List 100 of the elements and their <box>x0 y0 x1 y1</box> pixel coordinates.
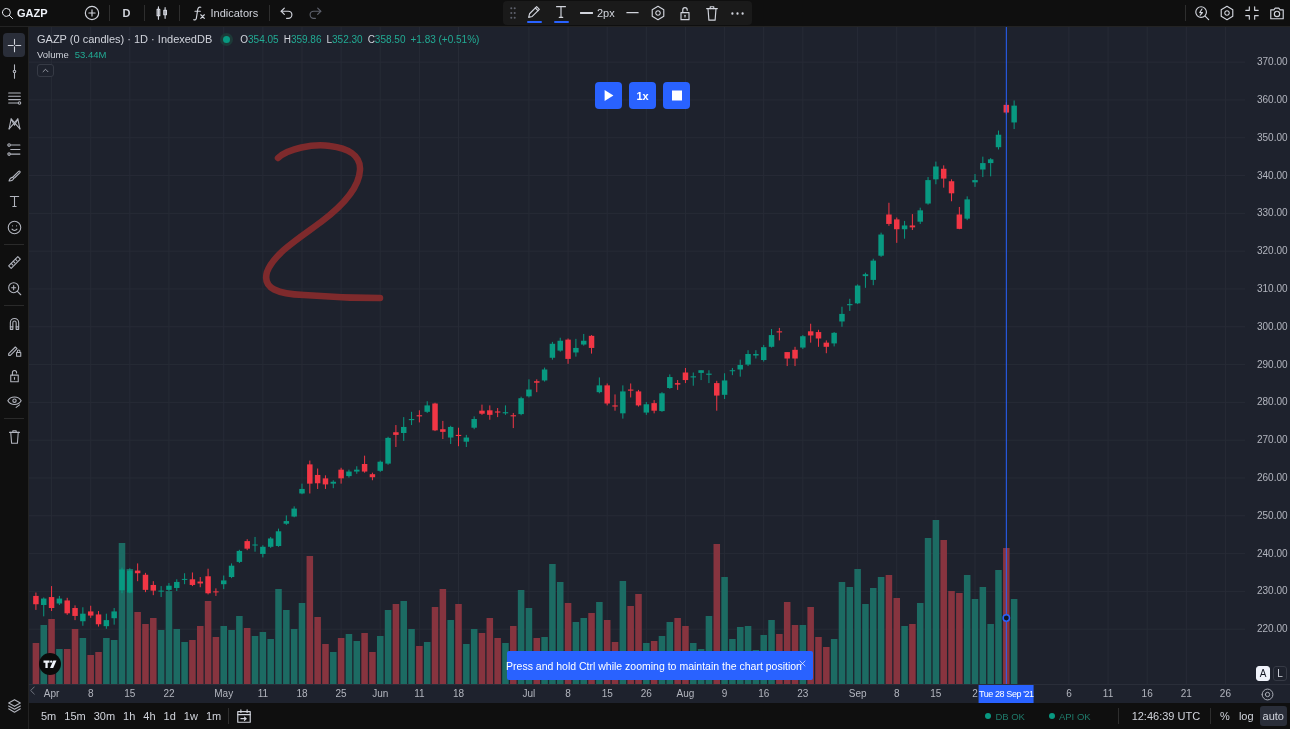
speed-button[interactable]: 1x <box>629 82 656 109</box>
candle <box>792 346 798 367</box>
play-icon <box>603 90 614 101</box>
price-axis-label: 280.00 <box>1257 395 1288 410</box>
volume-label: Volume <box>37 48 69 60</box>
time-axis-label: 21 <box>1180 687 1192 701</box>
time-axis-label: 8 <box>893 687 900 701</box>
indicators-button[interactable]: Indicators <box>182 0 267 26</box>
add-icon <box>83 5 100 21</box>
time-axis-label: Sep <box>848 687 867 701</box>
crosshair-icon <box>6 37 22 53</box>
collapse-corners-icon <box>1243 5 1260 21</box>
more-icon <box>730 11 744 15</box>
play-button[interactable] <box>595 82 622 109</box>
timeframe-button[interactable]: 4h <box>139 705 160 727</box>
stop-button[interactable] <box>663 82 690 109</box>
candle <box>471 415 477 430</box>
trash-icon <box>703 5 720 21</box>
time-axis-label: 11 <box>414 687 425 701</box>
time-axis-label: Apr <box>43 687 60 701</box>
eye-icon <box>6 393 22 409</box>
time-axis-label: 16 <box>758 687 770 701</box>
status-text: API OK <box>1058 710 1091 722</box>
horizontal-lines-icon <box>6 89 22 105</box>
line-width-button[interactable]: 2px <box>576 2 619 24</box>
price-axis-label: 310.00 <box>1257 281 1288 296</box>
text-tool-icon <box>553 3 569 20</box>
drag-handle-icon <box>510 7 516 19</box>
time-axis-label: 15 <box>930 687 942 701</box>
price-axis-label: 360.00 <box>1257 92 1288 107</box>
scale-mode-button[interactable]: % <box>1217 706 1233 726</box>
pencil-icon <box>526 3 542 20</box>
time-axis-label: 23 <box>797 687 809 701</box>
volume-value: 53.44M <box>74 48 107 60</box>
candle <box>972 173 978 188</box>
time-axis-label: 16 <box>1141 687 1153 701</box>
time-axis-label: 15 <box>124 687 136 701</box>
ruler-icon <box>6 254 22 270</box>
series-title: GAZP (0 candles) · 1D · IndexedDB <box>37 33 213 45</box>
time-axis-label: 8 <box>565 687 571 701</box>
symbol-search-button[interactable]: GAZP <box>0 0 54 26</box>
scale-toggle-button[interactable]: L <box>1273 666 1287 681</box>
zoom-in-icon <box>6 280 22 296</box>
crosshair-tool-button[interactable] <box>3 33 25 57</box>
time-axis-label: May <box>214 687 234 701</box>
price-change: +1.83 (+0.51%) <box>410 33 480 45</box>
time-axis-label: 11 <box>1102 687 1114 701</box>
candle <box>612 393 618 412</box>
brush-icon <box>6 167 22 183</box>
camera-icon <box>1268 5 1285 21</box>
scale-mode-button[interactable]: log <box>1235 706 1257 726</box>
settings-icon <box>1218 5 1235 21</box>
status-text: DB OK <box>995 710 1025 722</box>
timeframe-button[interactable]: 5m <box>37 705 61 727</box>
line-style-icon <box>625 12 639 14</box>
timeframe-button[interactable]: 1d <box>159 705 180 727</box>
candle <box>784 351 790 367</box>
interval-button[interactable]: D <box>112 0 141 26</box>
stop-icon <box>671 90 682 101</box>
collapse-legend-button[interactable] <box>37 64 54 77</box>
time-axis-label: 8 <box>87 687 94 701</box>
ohlc-value: H359.86 <box>283 33 322 45</box>
line-icon <box>580 12 593 14</box>
axis-settings-button[interactable] <box>1259 686 1276 702</box>
candle <box>706 369 712 384</box>
price-axis-label: 230.00 <box>1257 584 1288 599</box>
crosshair-time-label: Tue 28 Sep '21 <box>978 685 1034 703</box>
candle <box>299 483 305 495</box>
settings-icon <box>649 5 666 21</box>
redo-icon <box>307 5 324 21</box>
magnifier-bolt-icon <box>1193 5 1210 21</box>
timeframe-button[interactable]: 1h <box>119 705 140 727</box>
timeframe-button[interactable]: 1m <box>201 705 226 727</box>
price-axis-label: 370.00 <box>1257 55 1288 70</box>
price-axis-label: 290.00 <box>1257 357 1288 372</box>
time-axis-label: 15 <box>601 687 613 701</box>
time-axis-label: 26 <box>640 687 652 701</box>
timeframe-button[interactable]: 15m <box>60 705 90 727</box>
time-axis-label: 18 <box>452 687 465 701</box>
scale-mode-button[interactable]: auto <box>1259 706 1287 726</box>
parallel-lines-icon <box>6 141 22 157</box>
scale-toggle-button[interactable]: A <box>1256 666 1270 681</box>
price-axis-label: 320.00 <box>1257 244 1288 259</box>
ohlc-value: C358.50 <box>367 33 406 45</box>
settings-icon <box>1261 687 1274 701</box>
price-axis-label: 260.00 <box>1257 470 1288 485</box>
candle <box>432 402 438 432</box>
candle <box>659 391 665 413</box>
candle <box>839 306 845 328</box>
time-axis-label: Jul <box>522 687 536 701</box>
time-axis-label: Jun <box>372 687 389 701</box>
time-axis-label: 11 <box>257 687 269 701</box>
timeframe-button[interactable]: 1w <box>179 705 202 727</box>
price-axis-label: 350.00 <box>1257 130 1288 145</box>
search-icon <box>1 6 14 20</box>
candle <box>385 436 391 466</box>
price-axis-label: 300.00 <box>1257 319 1288 334</box>
timeframe-button[interactable]: 30m <box>89 705 120 727</box>
time-axis-label: 18 <box>296 687 308 701</box>
time-axis-label: 26 <box>1219 687 1231 701</box>
